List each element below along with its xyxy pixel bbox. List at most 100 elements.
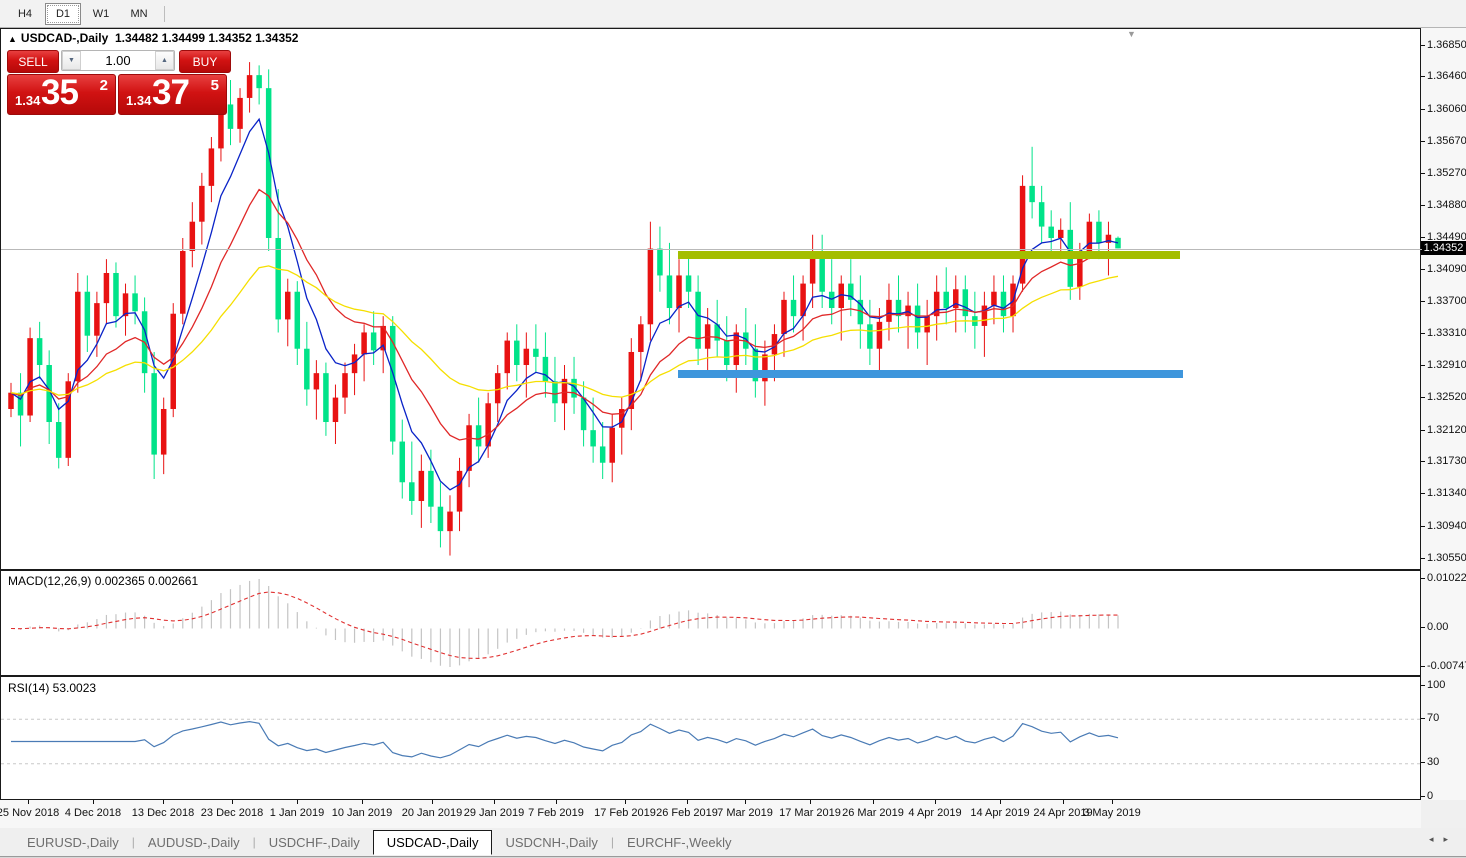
macd-indicator-panel[interactable]: [0, 570, 1421, 676]
axis-tick-mark: [1421, 796, 1425, 797]
date-axis-label: 23 Dec 2018: [201, 807, 263, 819]
tab-audusd-daily[interactable]: AUDUSD-,Daily: [135, 831, 253, 854]
axis-tick-mark: [1421, 76, 1425, 77]
buy-button[interactable]: BUY: [179, 50, 231, 73]
timeframe-toolbar: H4D1W1MN: [0, 0, 1466, 28]
price-axis-label: 1.32120: [1427, 424, 1466, 436]
buy-price-base: 1.34: [126, 93, 151, 108]
tab-usdcnh-daily[interactable]: USDCNH-,Daily: [492, 831, 610, 854]
date-tick-mark: [556, 800, 557, 804]
buy-price-sup: 5: [211, 77, 219, 94]
price-axis-label: 1.32520: [1427, 391, 1466, 403]
axis-tick-mark: [1421, 627, 1425, 628]
volume-decrease-button[interactable]: ▼: [62, 51, 81, 70]
date-tick-mark: [625, 800, 626, 804]
price-axis-label: 1.30940: [1427, 520, 1466, 532]
volume-increase-button[interactable]: ▲: [155, 51, 174, 70]
rsi-indicator-panel[interactable]: [0, 676, 1421, 800]
axis-tick-mark: [1421, 558, 1425, 559]
buy-price-display[interactable]: 1.34 37 5: [118, 74, 227, 115]
chart-tabs: EURUSD-,Daily|AUDUSD-,Daily|USDCHF-,Dail…: [14, 830, 745, 855]
axis-tick-mark: [1421, 685, 1425, 686]
toolbar-separator: [164, 6, 165, 22]
date-axis-label: 13 Dec 2018: [132, 807, 194, 819]
date-axis-label: 20 Jan 2019: [402, 807, 463, 819]
date-tick-mark: [494, 800, 495, 804]
date-axis-label: 26 Mar 2019: [842, 807, 904, 819]
rsi-axis-label: 30: [1427, 756, 1439, 768]
axis-tick-mark: [1421, 397, 1425, 398]
current-price-line: [1, 249, 1422, 250]
axis-tick-mark: [1421, 666, 1425, 667]
tab-usdchf-daily[interactable]: USDCHF-,Daily: [256, 831, 373, 854]
axis-tick-mark: [1421, 718, 1425, 719]
date-axis[interactable]: 25 Nov 2018 4 Dec 2018 13 Dec 2018 23 Dec 2…: [0, 800, 1421, 828]
price-axis-label: 1.34880: [1427, 199, 1466, 211]
mt4-window: H4D1W1MN ▲ USDCAD-,Daily 1.34482 1.34499 …: [0, 0, 1466, 858]
axis-tick-mark: [1421, 578, 1425, 579]
one-click-trading-widget: SELL ▼ 1.00 ▲ BUY 1.34 35 2 1.34 37 5: [7, 48, 229, 114]
timeframe-w1[interactable]: W1: [83, 3, 119, 25]
date-tick-mark: [1112, 800, 1113, 804]
timeframe-mn[interactable]: MN: [121, 3, 157, 25]
timeframe-d1[interactable]: D1: [45, 3, 81, 25]
date-tick-mark: [93, 800, 94, 804]
tab-eurchf-weekly[interactable]: EURCHF-,Weekly: [614, 831, 745, 854]
chart-title: ▲ USDCAD-,Daily 1.34482 1.34499 1.34352 1…: [8, 31, 298, 45]
date-axis-label: 26 Feb 2019: [656, 807, 718, 819]
date-axis-label: 10 Jan 2019: [332, 807, 393, 819]
tab-eurusd-daily[interactable]: EURUSD-,Daily: [14, 831, 132, 854]
price-axis-label: 1.36460: [1427, 70, 1466, 82]
tab-scroll-right-icon[interactable]: ▸: [1443, 834, 1458, 844]
axis-tick-mark: [1421, 141, 1425, 142]
collapse-triangle-icon[interactable]: ▲: [8, 34, 17, 44]
date-tick-mark: [297, 800, 298, 804]
axis-tick-mark: [1421, 365, 1425, 366]
axis-tick-mark: [1421, 45, 1425, 46]
volume-input[interactable]: 1.00: [81, 51, 155, 70]
date-axis-label: 4 Dec 2018: [65, 807, 121, 819]
axis-tick-mark: [1421, 237, 1425, 238]
axis-tick-mark: [1421, 430, 1425, 431]
price-axis-label: 1.32910: [1427, 359, 1466, 371]
chart-tab-bar: EURUSD-,Daily|AUDUSD-,Daily|USDCHF-,Dail…: [0, 828, 1466, 856]
date-tick-mark: [810, 800, 811, 804]
axis-tick-mark: [1421, 333, 1425, 334]
chart-ohlc-values: 1.34482 1.34499 1.34352 1.34352: [115, 31, 299, 45]
chart-symbol-label: USDCAD-,Daily: [21, 31, 108, 45]
date-axis-label: 14 Apr 2019: [970, 807, 1029, 819]
timeframe-h4[interactable]: H4: [7, 3, 43, 25]
tab-scroll-left-icon[interactable]: ◂: [1429, 834, 1444, 844]
buy-price-big: 37: [152, 73, 189, 113]
tab-scroll-arrows: ◂▸: [1429, 834, 1458, 845]
support-line[interactable]: [678, 370, 1183, 378]
date-axis-label: 7 Feb 2019: [528, 807, 584, 819]
resistance-line[interactable]: [678, 251, 1180, 259]
date-axis-label: 25 Nov 2018: [0, 807, 59, 819]
price-axis-label: 1.34090: [1427, 263, 1466, 275]
date-axis-label: 3 May 2019: [1083, 807, 1140, 819]
sell-button[interactable]: SELL: [7, 50, 59, 73]
price-axis-label: 1.33700: [1427, 295, 1466, 307]
date-tick-mark: [935, 800, 936, 804]
rsi-axis-label: 70: [1427, 712, 1439, 724]
date-tick-mark: [163, 800, 164, 804]
date-tick-mark: [687, 800, 688, 804]
chevron-up-icon: ▲: [161, 57, 168, 64]
axis-tick-mark: [1421, 461, 1425, 462]
price-axis-label: 1.31340: [1427, 487, 1466, 499]
price-axis-label: 1.36060: [1427, 103, 1466, 115]
date-tick-mark: [232, 800, 233, 804]
chart-shift-marker-icon[interactable]: ▼: [1127, 29, 1136, 39]
rsi-svg: [1, 677, 1420, 799]
axis-tick-mark: [1421, 269, 1425, 270]
sell-price-big: 35: [41, 73, 78, 113]
price-axis[interactable]: 1.368501.364601.360601.356701.352701.348…: [1421, 28, 1466, 800]
timeframe-buttons: H4D1W1MN: [6, 3, 158, 25]
sell-price-display[interactable]: 1.34 35 2: [7, 74, 116, 115]
price-axis-label: 1.36850: [1427, 39, 1466, 51]
date-tick-mark: [1000, 800, 1001, 804]
date-axis-label: 4 Apr 2019: [908, 807, 961, 819]
macd-axis-label: -0.007477: [1427, 660, 1466, 672]
tab-usdcad-daily[interactable]: USDCAD-,Daily: [373, 830, 493, 855]
